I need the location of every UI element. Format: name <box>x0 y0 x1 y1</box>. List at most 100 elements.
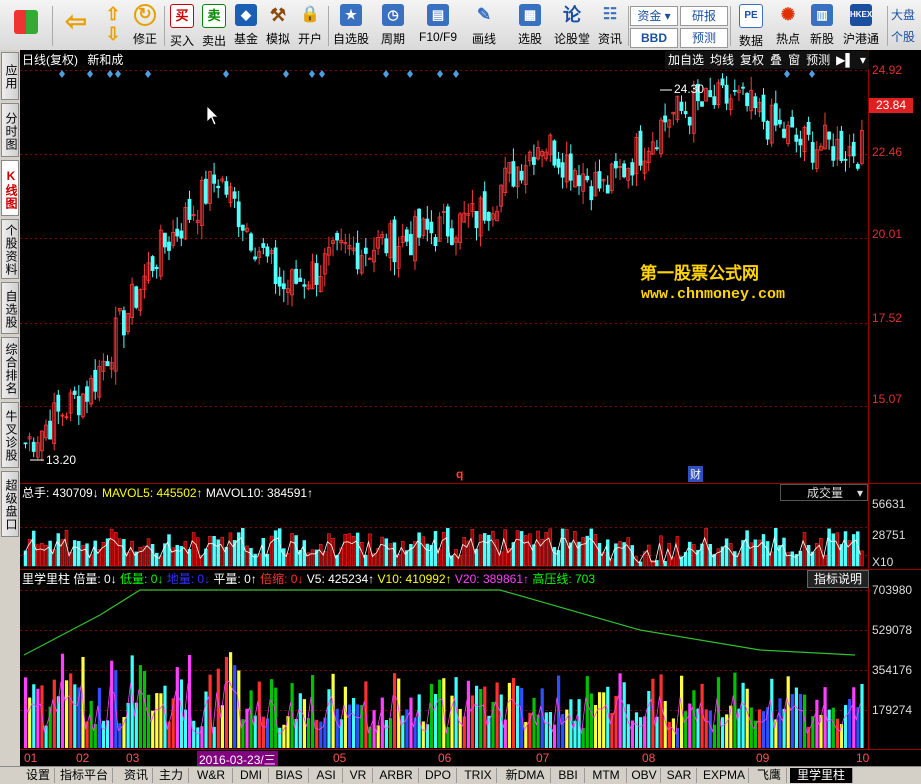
chart-dropdown-icon[interactable]: ▾ <box>857 51 869 69</box>
volume-bar <box>687 541 692 567</box>
candle <box>605 184 610 194</box>
tab-obv[interactable]: OBV <box>628 768 661 783</box>
tab-ranking[interactable]: 综合排名 <box>1 337 19 399</box>
candle <box>187 198 192 220</box>
volume-bar <box>589 528 594 567</box>
indicator-select[interactable]: 成交量 ▾ <box>780 484 868 501</box>
tab-eagle[interactable]: 飞鹰 <box>752 768 787 783</box>
news-label: 资讯 <box>597 32 622 46</box>
add-watchlist-button[interactable]: 加自选 <box>665 51 707 69</box>
period-button[interactable]: ◷ 周期 <box>373 4 413 48</box>
q-marker[interactable]: q <box>456 467 463 481</box>
kline-chart[interactable] <box>20 50 921 766</box>
f10-button[interactable]: ▤ F10/F9 <box>415 4 461 48</box>
chart-period-label[interactable]: 日线(复权) <box>22 53 78 67</box>
forecast-chart-button[interactable]: 预测 <box>803 51 833 69</box>
news-button[interactable]: ☷ 资讯 <box>594 4 626 48</box>
tab-profile[interactable]: 个股资料 <box>1 219 19 279</box>
tab-trix[interactable]: TRIX <box>460 768 497 783</box>
tab-expma[interactable]: EXPMA <box>700 768 749 783</box>
fix-button[interactable]: ↻ 修正 <box>128 4 162 48</box>
tab-dmi[interactable]: DMI <box>234 768 269 783</box>
fund-button[interactable]: ◆ 基金 <box>230 4 262 48</box>
hk-connect-button[interactable]: HKEX 沪港通 <box>840 4 882 48</box>
indicator-bar <box>224 656 229 748</box>
research-button[interactable]: 研报 <box>680 6 728 26</box>
capital-button[interactable]: 资金 ▾ <box>630 6 678 26</box>
back-button[interactable]: ⇦ <box>58 4 94 48</box>
tab-diagnosis[interactable]: 牛叉诊股 <box>1 402 19 468</box>
tab-arbr[interactable]: ARBR <box>374 768 419 783</box>
tab-new-dma[interactable]: 新DMA <box>500 768 551 783</box>
volume-bar <box>724 538 729 567</box>
indicator-bar <box>24 677 28 748</box>
market-button[interactable]: 大盘 <box>891 6 921 24</box>
overlay-button[interactable]: 叠 <box>767 51 785 69</box>
tab-mtm[interactable]: MTM <box>586 768 627 783</box>
window-button[interactable]: 窗 <box>785 51 803 69</box>
tab-indicator-platform[interactable]: 指标平台 <box>56 768 113 783</box>
volume-bar <box>704 528 708 567</box>
adjust-button[interactable]: 复权 <box>737 51 767 69</box>
candle <box>31 441 36 452</box>
pin-icon[interactable]: ▶▌ <box>833 51 857 69</box>
indicator-bar <box>315 719 319 748</box>
stock-picker-button[interactable]: ▦ 选股 <box>510 4 550 48</box>
data-button[interactable]: PE 数据 <box>732 4 770 48</box>
candle <box>855 163 860 169</box>
candle <box>810 142 815 163</box>
indicator-bar <box>229 652 233 748</box>
tab-lixue-lizhu[interactable]: 里学里柱 <box>790 768 853 783</box>
candle <box>203 178 208 204</box>
draw-line-button[interactable]: ✎ 画线 <box>464 4 504 48</box>
tab-level2[interactable]: 超级盘口 <box>1 471 19 537</box>
financial-report-marker[interactable]: 财 <box>688 466 703 482</box>
bbd-button[interactable]: BBD <box>630 28 678 48</box>
moving-average-button[interactable]: 均线 <box>707 51 737 69</box>
tab-vr[interactable]: VR <box>344 768 373 783</box>
tab-apps[interactable]: 应用 <box>1 52 19 100</box>
watchlist-button[interactable]: ★ 自选股 <box>331 4 371 48</box>
tab-kline[interactable]: K线图 <box>1 160 19 216</box>
tab-sar[interactable]: SAR <box>662 768 697 783</box>
candle <box>162 232 167 248</box>
tab-main-force[interactable]: 主力 <box>154 768 189 783</box>
buy-button[interactable]: 买 买入 <box>166 4 198 48</box>
candle <box>417 208 422 238</box>
stock-button[interactable]: 个股 <box>891 28 921 46</box>
hkex-icon: HKEX <box>850 4 872 26</box>
tab-wr[interactable]: W&R <box>190 768 233 783</box>
indicator-bar <box>622 682 626 748</box>
tab-dpo[interactable]: DPO <box>420 768 457 783</box>
volume-bar <box>175 545 179 567</box>
tab-news[interactable]: 资讯 <box>120 768 153 783</box>
candle <box>585 175 590 181</box>
sell-button[interactable]: 卖 卖出 <box>198 4 230 48</box>
fund-icon: ◆ <box>235 4 257 26</box>
tab-sar-label: SAR <box>666 768 692 782</box>
tab-watchlist-label: 自选股 <box>4 289 18 329</box>
tab-bias[interactable]: BIAS <box>270 768 309 783</box>
indicator-bar <box>786 676 790 748</box>
period-label: 周期 <box>380 32 405 46</box>
pe-icon: PE <box>739 4 763 28</box>
tab-asi[interactable]: ASI <box>310 768 343 783</box>
grid-menu-button[interactable] <box>8 4 44 48</box>
tab-watchlist[interactable]: 自选股 <box>1 282 19 334</box>
forecast-button[interactable]: 预测 <box>680 28 728 48</box>
volume-bar <box>478 534 483 567</box>
doc-icon: ▤ <box>427 4 449 26</box>
tab-bbi[interactable]: BBI <box>552 768 585 783</box>
volume-bar <box>236 532 241 567</box>
indicator-help-button[interactable]: 指标说明 <box>807 570 869 588</box>
tab-settings[interactable]: 设置 <box>22 768 55 783</box>
volume-bar <box>249 548 253 567</box>
open-account-button[interactable]: 🔒 开户 <box>294 4 326 48</box>
hotspot-button[interactable]: ✺ 热点 <box>772 4 804 48</box>
tab-intraday[interactable]: 分时图 <box>1 103 19 157</box>
updown-button[interactable]: ⇧ ⇩ <box>98 4 128 48</box>
simulate-button[interactable]: ⚒ 模拟 <box>262 4 294 48</box>
indicator-bar <box>753 720 757 748</box>
forum-button[interactable]: 论 论股堂 <box>552 4 592 48</box>
new-stock-button[interactable]: ▥ 新股 <box>806 4 838 48</box>
